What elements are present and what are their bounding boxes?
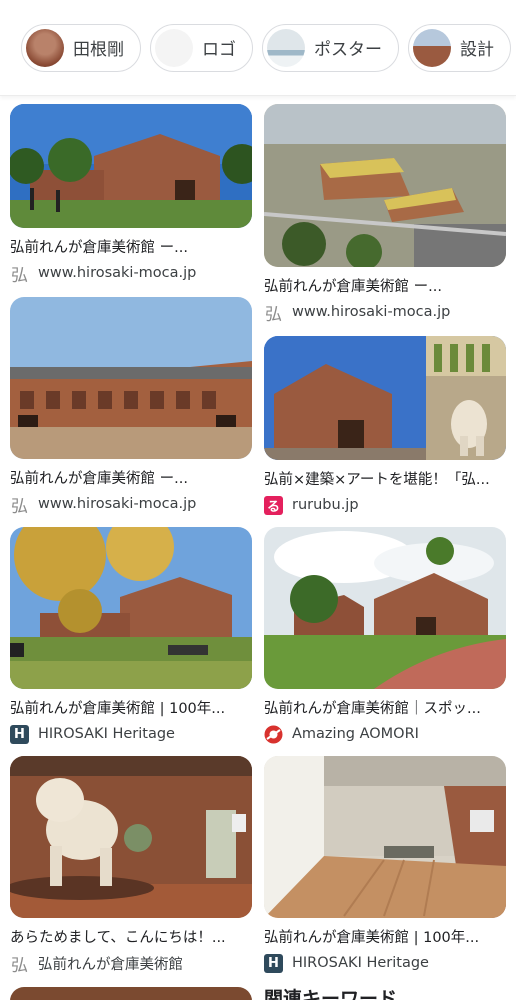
chip-poster[interactable]: ポスター bbox=[262, 23, 399, 72]
result-image[interactable] bbox=[264, 336, 506, 460]
result-title[interactable]: 弘前×建築×アートを堪能！「弘... bbox=[264, 468, 506, 489]
heritage-favicon-icon: H bbox=[10, 724, 29, 744]
image-result-card[interactable]: 弘前れんが倉庫美術館｜スポッ... Amazing AOMORI bbox=[264, 527, 506, 744]
related-search-chips: 田根剛 ロゴ ポスター 設計 bbox=[0, 0, 516, 96]
result-image[interactable] bbox=[264, 527, 506, 689]
next-result-image-peek[interactable] bbox=[10, 987, 252, 1000]
chip-thumbnail bbox=[155, 28, 193, 67]
chip-design[interactable]: 設計 bbox=[408, 23, 511, 72]
source-name: www.hirosaki-moca.jp bbox=[38, 265, 197, 281]
result-title[interactable]: 弘前れんが倉庫美術館 ー... bbox=[10, 236, 252, 257]
site-favicon-icon: 弘 bbox=[11, 955, 28, 976]
site-favicon-icon: 弘 bbox=[11, 496, 28, 517]
source-name: HIROSAKI Heritage bbox=[38, 726, 175, 742]
source-name: Amazing AOMORI bbox=[292, 726, 419, 742]
result-title[interactable]: 弘前れんが倉庫美術館｜スポッ... bbox=[264, 697, 506, 718]
chip-thumbnail bbox=[413, 28, 451, 67]
image-result-card[interactable]: 弘前れんが倉庫美術館 | 100年... H HIROSAKI Heritage bbox=[10, 527, 252, 744]
result-title[interactable]: 弘前れんが倉庫美術館 | 100年... bbox=[10, 697, 252, 718]
chip-tane-tsuyoshi[interactable]: 田根剛 bbox=[21, 23, 141, 72]
result-source[interactable]: る rurubu.jp bbox=[264, 495, 506, 515]
chip-label: ポスター bbox=[314, 40, 382, 60]
result-source[interactable]: 弘 弘前れんが倉庫美術館 bbox=[10, 953, 252, 976]
related-keywords-heading: 関連キーワード bbox=[264, 988, 398, 1000]
image-result-card[interactable]: 弘前れんが倉庫美術館 | 100年... H HIROSAKI Heritage bbox=[264, 756, 506, 973]
result-source[interactable]: Amazing AOMORI bbox=[264, 724, 506, 744]
chip-label: 設計 bbox=[460, 40, 494, 60]
site-favicon-icon: 弘 bbox=[265, 304, 282, 325]
result-image[interactable] bbox=[10, 756, 252, 918]
source-name: HIROSAKI Heritage bbox=[292, 955, 429, 971]
result-image[interactable] bbox=[10, 297, 252, 459]
source-name: www.hirosaki-moca.jp bbox=[38, 496, 197, 512]
source-name: rurubu.jp bbox=[292, 497, 359, 513]
chip-thumbnail bbox=[267, 28, 305, 67]
chip-logo[interactable]: ロゴ bbox=[150, 23, 253, 72]
result-source[interactable]: 弘 www.hirosaki-moca.jp bbox=[264, 302, 506, 325]
result-source[interactable]: 弘 www.hirosaki-moca.jp bbox=[10, 263, 252, 286]
source-name: www.hirosaki-moca.jp bbox=[292, 304, 451, 320]
chip-thumbnail bbox=[26, 28, 64, 67]
result-source[interactable]: H HIROSAKI Heritage bbox=[10, 724, 252, 744]
result-source[interactable]: H HIROSAKI Heritage bbox=[264, 953, 506, 973]
result-title[interactable]: 弘前れんが倉庫美術館 | 100年... bbox=[264, 926, 506, 947]
aomori-logo-icon bbox=[264, 724, 283, 744]
rurubu-favicon-icon: る bbox=[264, 495, 283, 515]
result-image[interactable] bbox=[264, 104, 506, 267]
result-image[interactable] bbox=[10, 527, 252, 689]
chip-label: ロゴ bbox=[202, 40, 236, 60]
image-result-card[interactable]: 弘前れんが倉庫美術館 ー... 弘 www.hirosaki-moca.jp bbox=[264, 104, 506, 325]
image-result-card[interactable]: あらためまして、こんにちは！... 弘 弘前れんが倉庫美術館 bbox=[10, 756, 252, 976]
image-result-card[interactable]: 弘前れんが倉庫美術館 ー... 弘 www.hirosaki-moca.jp bbox=[10, 297, 252, 517]
site-favicon-icon: 弘 bbox=[11, 265, 28, 286]
heritage-favicon-icon: H bbox=[264, 953, 283, 973]
result-image[interactable] bbox=[10, 104, 252, 228]
result-title[interactable]: あらためまして、こんにちは！... bbox=[10, 926, 252, 947]
source-name: 弘前れんが倉庫美術館 bbox=[38, 956, 183, 973]
image-result-card[interactable]: 弘前×建築×アートを堪能！「弘... る rurubu.jp bbox=[264, 336, 506, 515]
chip-label: 田根剛 bbox=[73, 40, 124, 60]
result-image[interactable] bbox=[264, 756, 506, 918]
result-title[interactable]: 弘前れんが倉庫美術館 ー... bbox=[264, 275, 506, 296]
result-title[interactable]: 弘前れんが倉庫美術館 ー... bbox=[10, 467, 252, 488]
image-result-card[interactable]: 弘前れんが倉庫美術館 ー... 弘 www.hirosaki-moca.jp bbox=[10, 104, 252, 286]
result-source[interactable]: 弘 www.hirosaki-moca.jp bbox=[10, 494, 252, 517]
